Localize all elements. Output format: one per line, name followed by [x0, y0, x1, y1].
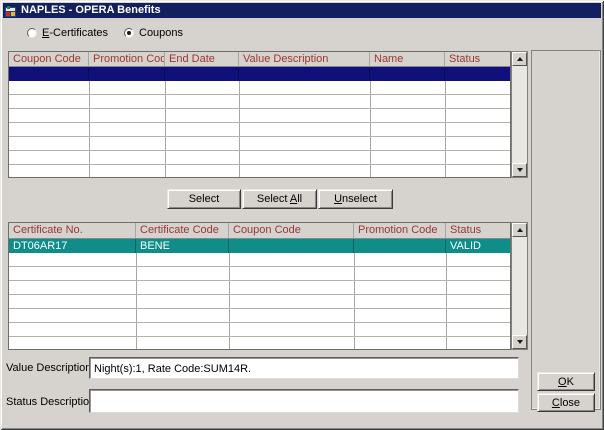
scroll-down-icon[interactable]: [512, 163, 527, 177]
unselect-button[interactable]: Unselect: [318, 189, 393, 209]
column-header-value-description: Value Description: [239, 52, 370, 67]
window-title: NAPLES - OPERA Benefits: [21, 3, 161, 18]
table-row[interactable]: [9, 137, 510, 151]
cell-certificate-no: DT06AR17: [9, 239, 136, 253]
radio-coupons[interactable]: Coupons: [124, 27, 183, 39]
table-row[interactable]: [9, 323, 510, 337]
column-header-end-date: End Date: [165, 52, 239, 67]
table-row[interactable]: [9, 81, 510, 95]
cell-coupon-code: [9, 67, 89, 81]
table-row[interactable]: [9, 281, 510, 295]
coupons-table-scrollbar[interactable]: [511, 51, 528, 178]
coupons-table: Coupon Code Promotion Code End Date Valu…: [8, 51, 511, 178]
table-row[interactable]: [9, 253, 510, 267]
column-header-promotion-code: Promotion Code: [354, 223, 446, 239]
close-button[interactable]: Close: [537, 393, 595, 412]
table-row[interactable]: [9, 337, 510, 350]
cell-status: [445, 67, 511, 81]
column-header-status: Status: [446, 223, 511, 239]
select-button[interactable]: Select: [167, 189, 241, 209]
certificates-table-header: Certificate No. Certificate Code Coupon …: [9, 223, 510, 239]
certificates-selected-row[interactable]: DT06AR17 BENE VALID: [9, 239, 510, 253]
cell-promotion-code: [354, 239, 446, 253]
column-header-certificate-no: Certificate No.: [9, 223, 136, 239]
radio-checked-icon: [124, 28, 134, 38]
opera-benefits-window: NAPLES - OPERA Benefits E-Certificates C…: [0, 0, 604, 430]
radio-e-certificates-label: E-Certificates: [42, 27, 108, 39]
coupons-table-header: Coupon Code Promotion Code End Date Valu…: [9, 52, 510, 67]
cell-coupon-code: [229, 239, 354, 253]
table-row[interactable]: [9, 95, 510, 109]
table-row[interactable]: [9, 165, 510, 178]
radio-unchecked-icon: [27, 28, 37, 38]
app-icon: [5, 5, 17, 17]
titlebar: NAPLES - OPERA Benefits: [3, 3, 601, 18]
scrollbar-track[interactable]: [512, 237, 527, 335]
column-header-coupon-code: Coupon Code: [229, 223, 354, 239]
scroll-up-icon[interactable]: [512, 52, 527, 66]
cell-end-date: [165, 67, 239, 81]
table-row[interactable]: [9, 267, 510, 281]
scroll-up-icon[interactable]: [512, 223, 527, 237]
coupons-selected-row[interactable]: [9, 67, 510, 81]
table-row[interactable]: [9, 109, 510, 123]
status-description-input[interactable]: [89, 389, 519, 413]
cell-value-description: [239, 67, 370, 81]
table-row[interactable]: [9, 151, 510, 165]
cell-certificate-code: BENE: [136, 239, 229, 253]
value-description-label: Value Description: [6, 362, 86, 374]
side-panel: [531, 50, 601, 410]
certificates-table: Certificate No. Certificate Code Coupon …: [8, 222, 511, 350]
column-header-certificate-code: Certificate Code: [136, 223, 229, 239]
radio-e-certificates[interactable]: E-Certificates: [27, 27, 108, 39]
radio-coupons-label: Coupons: [139, 27, 183, 39]
table-row[interactable]: [9, 309, 510, 323]
column-header-status: Status: [445, 52, 511, 67]
scrollbar-track[interactable]: [512, 66, 527, 163]
column-header-name: Name: [370, 52, 445, 67]
table-row[interactable]: [9, 123, 510, 137]
certificates-table-scrollbar[interactable]: [511, 222, 528, 350]
column-header-coupon-code: Coupon Code: [9, 52, 89, 67]
value-description-input[interactable]: [89, 357, 519, 379]
cell-name: [370, 67, 445, 81]
status-description-label: Status Description: [6, 396, 86, 408]
table-row[interactable]: [9, 295, 510, 309]
scroll-down-icon[interactable]: [512, 335, 527, 349]
column-header-promotion-code: Promotion Code: [89, 52, 165, 67]
ok-button[interactable]: OK: [537, 372, 595, 391]
select-all-button[interactable]: Select All: [242, 189, 317, 209]
cell-promotion-code: [89, 67, 165, 81]
cell-status: VALID: [446, 239, 511, 253]
